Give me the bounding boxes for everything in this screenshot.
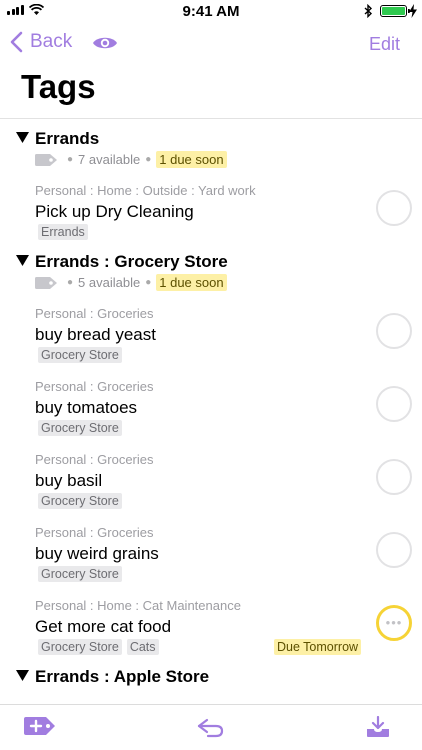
task-tags: Errands [38,224,88,240]
task-project-path: Personal : Groceries [35,379,154,394]
tag-chip: Grocery Store [38,347,122,363]
task-title: buy tomatoes [35,398,138,417]
section-title: Errands : Apple Store [35,667,210,686]
disclosure-triangle-icon[interactable] [16,670,29,681]
more-dots-icon: ••• [385,615,403,630]
task-title: buy bread yeast [35,325,156,344]
disclosure-triangle-icon[interactable] [16,132,29,143]
task-row[interactable]: Personal : Home : Cat Maintenance Get mo… [0,584,422,657]
tag-chip: Cats [126,639,159,655]
task-title: Get more cat food [35,617,172,636]
bluetooth-icon [364,4,373,18]
task-row[interactable]: Personal : Groceries buy basil Grocery S… [0,438,422,511]
task-project-path: Personal : Groceries [35,452,154,467]
due-flag-badge: Due Tomorrow [274,639,362,655]
task-row[interactable]: Personal : Groceries buy bread yeast Gro… [0,292,422,365]
task-tags: Grocery Store [38,566,122,582]
task-project-path: Personal : Home : Outside : Yard work [35,183,256,198]
task-row[interactable]: Personal : Groceries buy weird grains Gr… [0,511,422,584]
available-count: 5 available [78,275,141,290]
tag-icon [35,153,57,166]
eye-icon[interactable] [92,34,118,52]
tag-chip: Errands [38,224,88,240]
due-soon-badge: 1 due soon [156,151,227,168]
available-count: 7 available [78,152,141,167]
tag-chip: Grocery Store [38,566,122,582]
section-errands-grocery-store[interactable]: Errands : Grocery Store ● 5 available ● … [0,242,422,292]
tag-icon [35,276,57,289]
status-circle-button[interactable] [376,313,412,349]
separator-dot: ● [67,277,74,288]
tag-plus-icon[interactable] [24,716,56,736]
section-meta: ● 7 available ● 1 due soon [35,151,227,168]
task-tags: Grocery Store [38,420,122,436]
section-title: Errands [35,129,100,148]
inbox-tray-icon[interactable] [366,716,390,738]
separator-dot: ● [145,277,152,288]
status-bar: 9:41 AM [0,0,422,22]
status-circle-button[interactable] [376,532,412,568]
task-tags: Grocery Store Cats [38,639,159,655]
clock-time: 9:41 AM [182,3,240,20]
section-title: Errands : Grocery Store [35,252,228,271]
disclosure-triangle-icon[interactable] [16,255,29,266]
task-row[interactable]: Personal : Home : Outside : Yard work Pi… [0,169,422,242]
task-title: buy weird grains [35,544,159,563]
tag-chip: Grocery Store [38,420,122,436]
bottom-toolbar [0,704,422,750]
separator-dot: ● [67,154,74,165]
undo-arrow-icon[interactable] [196,716,224,738]
page-title: Tags [21,68,96,105]
status-circle-button[interactable] [376,190,412,226]
battery-icon [380,5,410,17]
back-label: Back [30,31,73,52]
navigation-bar: Back Edit [0,22,422,66]
status-circle-button[interactable] [376,459,412,495]
section-errands[interactable]: Errands ● 7 available ● 1 due soon [0,119,422,169]
tag-chip: Grocery Store [38,639,122,655]
task-project-path: Personal : Groceries [35,525,154,540]
task-row[interactable]: Personal : Groceries buy tomatoes Grocer… [0,365,422,438]
task-title: buy basil [35,471,103,490]
task-project-path: Personal : Home : Cat Maintenance [35,598,241,613]
separator-dot: ● [145,154,152,165]
chevron-left-icon [10,31,23,53]
section-meta: ● 5 available ● 1 due soon [35,274,227,291]
task-project-path: Personal : Groceries [35,306,154,321]
section-errands-apple-store[interactable]: Errands : Apple Store [0,657,422,704]
status-circle-button[interactable]: ••• [376,605,412,641]
tag-chip: Grocery Store [38,493,122,509]
task-tags: Grocery Store [38,347,122,363]
task-title: Pick up Dry Cleaning [35,202,194,221]
tag-list[interactable]: Errands ● 7 available ● 1 due soon Perso… [0,119,422,704]
due-soon-badge: 1 due soon [156,274,227,291]
task-tags: Grocery Store [38,493,122,509]
status-circle-button[interactable] [376,386,412,422]
back-button[interactable]: Back [10,31,72,53]
charging-bolt-icon [409,4,417,18]
edit-button[interactable]: Edit [369,34,400,55]
